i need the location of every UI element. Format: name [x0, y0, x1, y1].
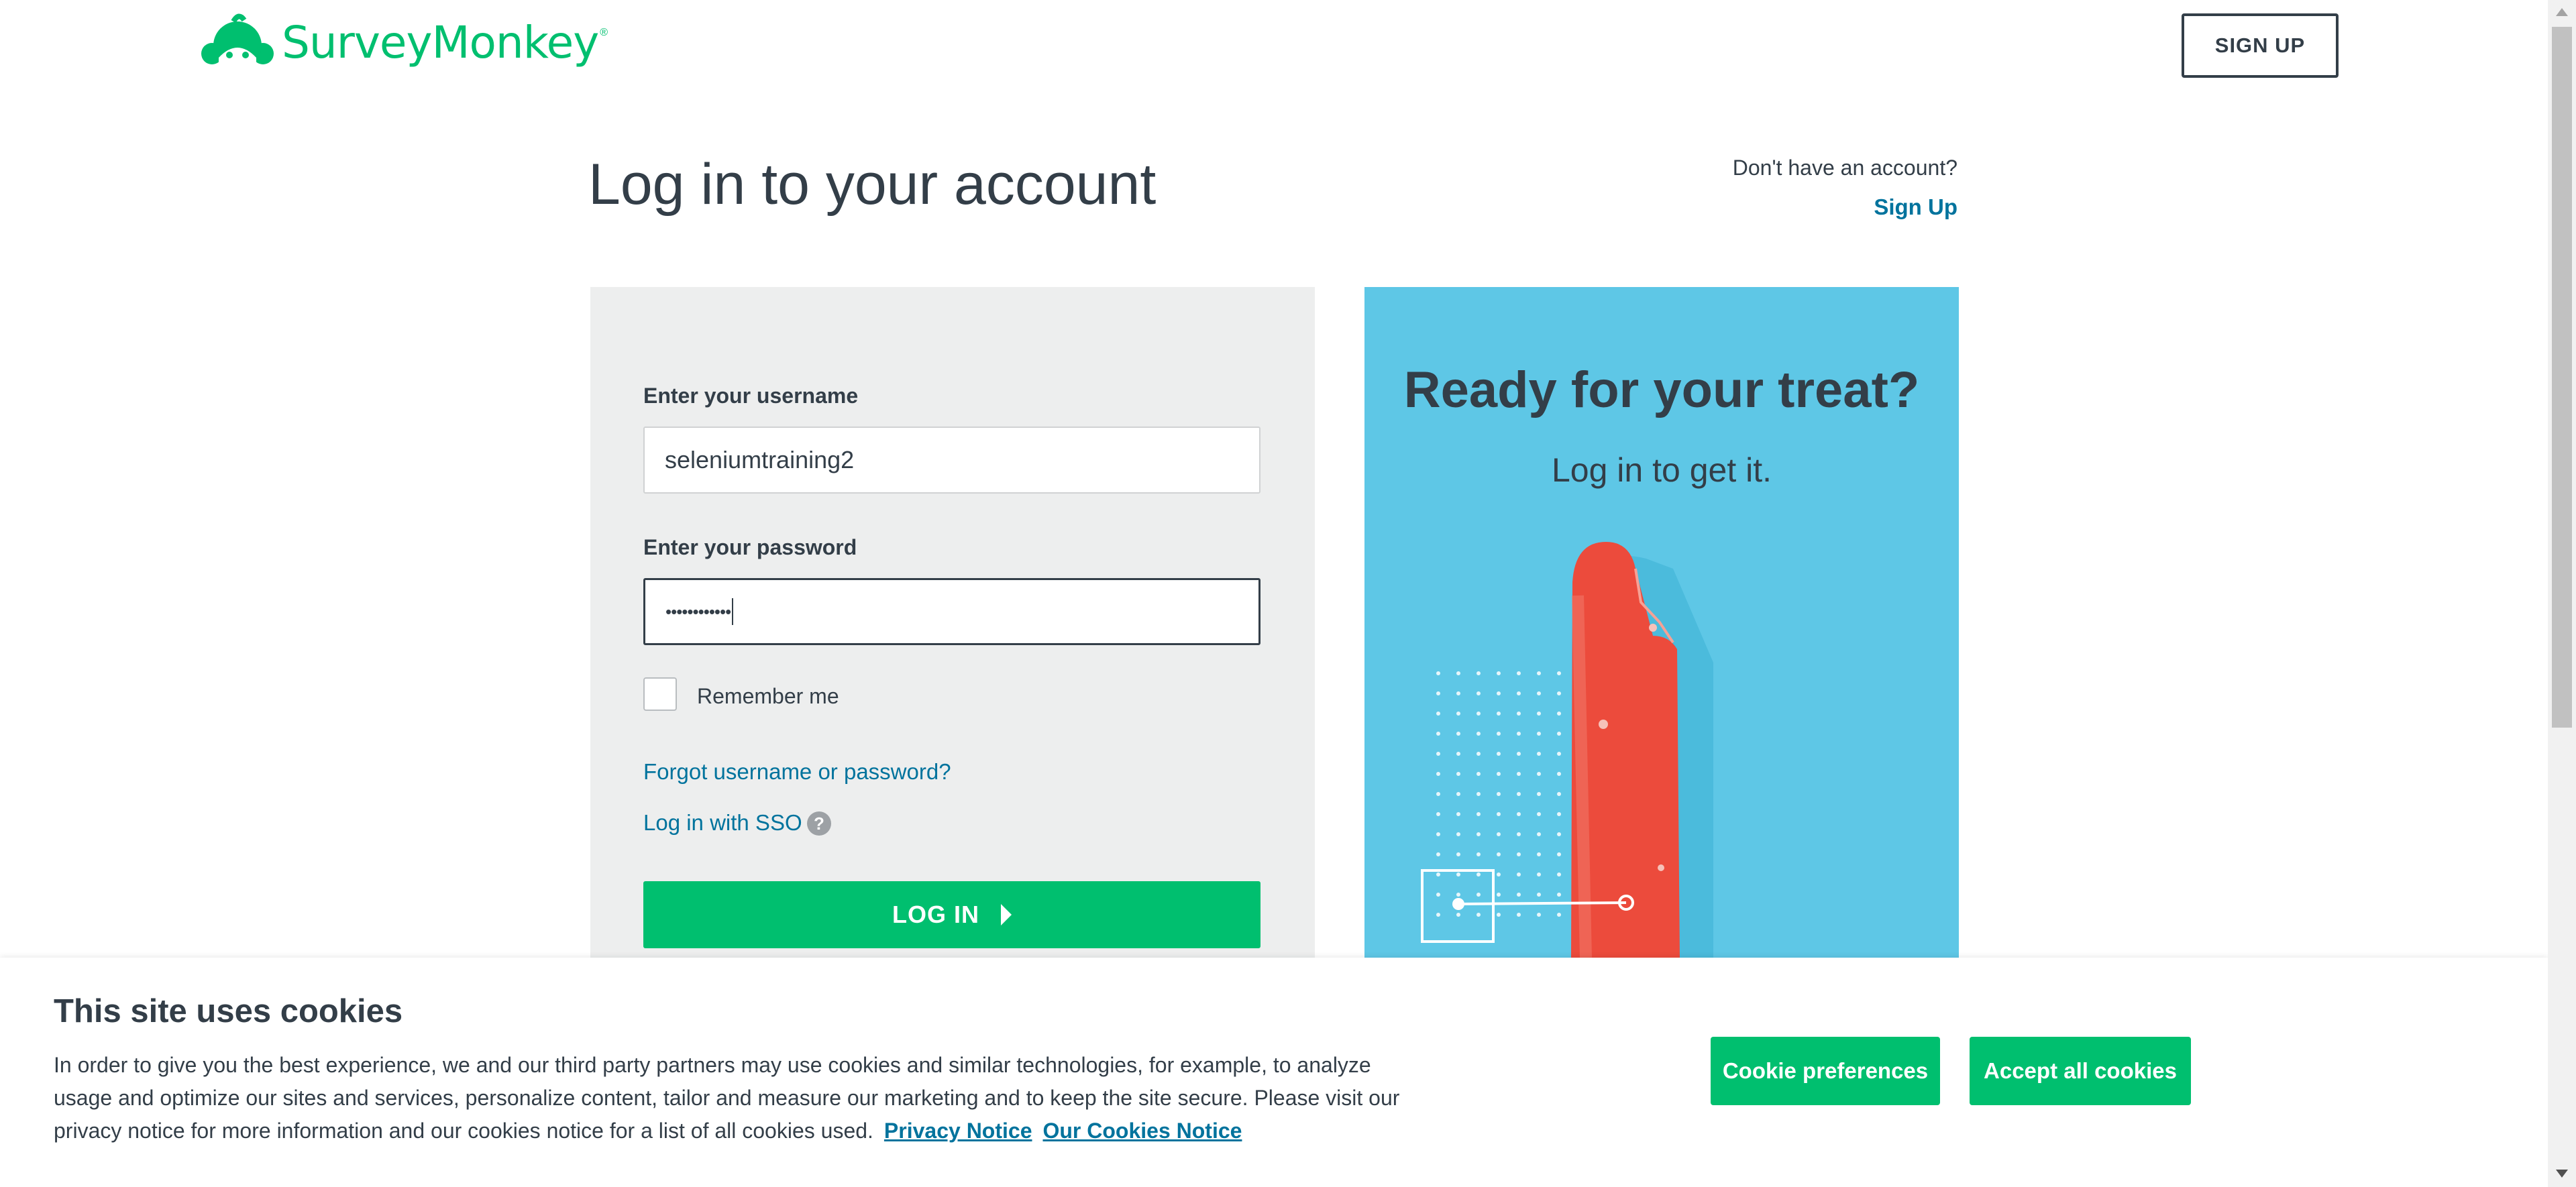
- username-label: Enter your username: [643, 384, 859, 408]
- scroll-down-arrow-icon[interactable]: [2556, 1170, 2568, 1178]
- help-icon[interactable]: ?: [807, 811, 831, 836]
- cookie-banner: This site uses cookies In order to give …: [0, 958, 2548, 1187]
- logo-text: SurveyMonkey: [282, 16, 599, 68]
- cookies-notice-link[interactable]: Our Cookies Notice: [1042, 1119, 1242, 1143]
- username-value: seleniumtraining2: [665, 446, 855, 473]
- login-button-label: LOG IN: [892, 901, 979, 928]
- password-value: ••••••••••••: [665, 601, 731, 622]
- play-arrow-icon: [1001, 904, 1012, 925]
- cookie-banner-title: This site uses cookies: [54, 993, 403, 1029]
- password-label: Enter your password: [643, 535, 857, 559]
- no-account-text: Don't have an account?: [1732, 156, 1957, 180]
- text-caret: [732, 598, 734, 625]
- scroll-up-arrow-icon[interactable]: [2556, 8, 2568, 16]
- accept-all-cookies-button[interactable]: Accept all cookies: [1970, 1037, 2191, 1105]
- login-form-panel: Enter your username seleniumtraining2 En…: [590, 287, 1315, 958]
- promo-subtitle: Log in to get it.: [1551, 451, 1772, 489]
- page-scrollbar[interactable]: [2548, 0, 2576, 1187]
- signup-link[interactable]: Sign Up: [1874, 194, 1957, 220]
- privacy-notice-link[interactable]: Privacy Notice: [884, 1119, 1032, 1143]
- signup-button[interactable]: SIGN UP: [2182, 13, 2339, 78]
- scrollbar-thumb[interactable]: [2552, 27, 2572, 728]
- remember-me-label[interactable]: Remember me: [697, 684, 839, 709]
- password-input[interactable]: ••••••••••••: [643, 578, 1260, 645]
- forgot-credentials-link[interactable]: Forgot username or password?: [643, 759, 951, 785]
- cookie-banner-text: In order to give you the best experience…: [54, 1049, 1429, 1147]
- promo-panel: Ready for your treat? Log in to get it.: [1364, 287, 1959, 958]
- surveymonkey-logo[interactable]: SurveyMonkey ®: [199, 12, 608, 72]
- username-input[interactable]: seleniumtraining2: [643, 427, 1260, 494]
- login-button[interactable]: LOG IN: [643, 881, 1260, 948]
- cookie-preferences-button[interactable]: Cookie preferences: [1711, 1037, 1940, 1105]
- sso-login-link[interactable]: Log in with SSO: [643, 810, 802, 836]
- registered-mark: ®: [600, 27, 608, 38]
- page-title: Log in to your account: [588, 152, 1157, 217]
- promo-title: Ready for your treat?: [1403, 361, 1920, 418]
- remember-me-checkbox[interactable]: [643, 677, 677, 711]
- monkey-logo-icon: [201, 13, 274, 72]
